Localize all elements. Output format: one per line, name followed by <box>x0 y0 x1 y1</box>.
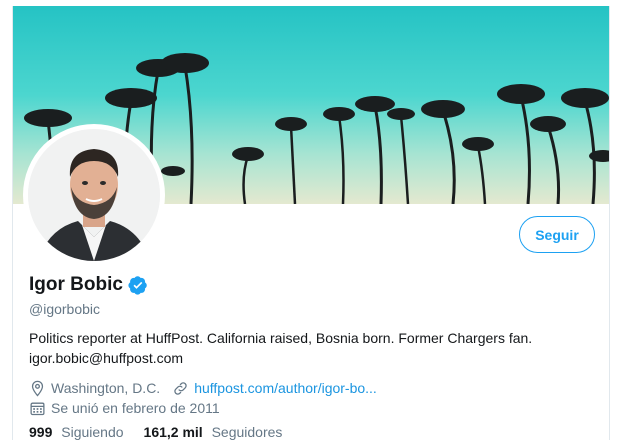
bio-email: igor.bobic@huffpost.com <box>29 350 184 366</box>
location-text: Washington, D.C. <box>51 380 161 396</box>
meta-row-joined: Se unió en febrero de 2011 <box>29 398 389 418</box>
meta-row-location-website: Washington, D.C. huffpost.com/author/igo… <box>29 378 389 398</box>
profile-stats: 999 Siguiendo 161,2 mil Seguidores <box>29 424 302 440</box>
location-item: Washington, D.C. <box>29 380 160 397</box>
avatar-photo <box>28 129 160 261</box>
profile-bio: Politics reporter at HuffPost. Californi… <box>29 328 599 368</box>
profile-handle: @igorbobic <box>29 301 101 317</box>
follow-button[interactable]: Seguir <box>519 216 595 253</box>
calendar-icon <box>30 402 45 415</box>
website-link[interactable]: huffpost.com/author/igor-bo... <box>194 380 377 396</box>
followers-count: 161,2 mil <box>143 424 203 440</box>
profile-meta: Washington, D.C. huffpost.com/author/igo… <box>29 378 389 418</box>
verified-badge-icon <box>128 275 148 295</box>
following-label: Siguiendo <box>61 424 124 440</box>
following-stat[interactable]: 999 Siguiendo <box>29 424 124 440</box>
following-count: 999 <box>29 424 53 440</box>
avatar[interactable] <box>23 124 165 266</box>
bio-line: Politics reporter at HuffPost. Californi… <box>29 330 533 346</box>
link-icon <box>174 381 187 395</box>
followers-label: Seguidores <box>211 424 283 440</box>
profile-card: Seguir Igor Bobic @igorbobic Politics re… <box>12 6 610 440</box>
profile-name[interactable]: Igor Bobic <box>29 274 123 296</box>
location-pin-icon <box>31 380 44 397</box>
followers-stat[interactable]: 161,2 mil Seguidores <box>144 424 283 440</box>
website-item[interactable]: huffpost.com/author/igor-bo... <box>172 380 377 397</box>
joined-item: Se unió en febrero de 2011 <box>29 400 220 417</box>
joined-text: Se unió en febrero de 2011 <box>51 400 220 416</box>
name-row: Igor Bobic <box>29 274 148 296</box>
